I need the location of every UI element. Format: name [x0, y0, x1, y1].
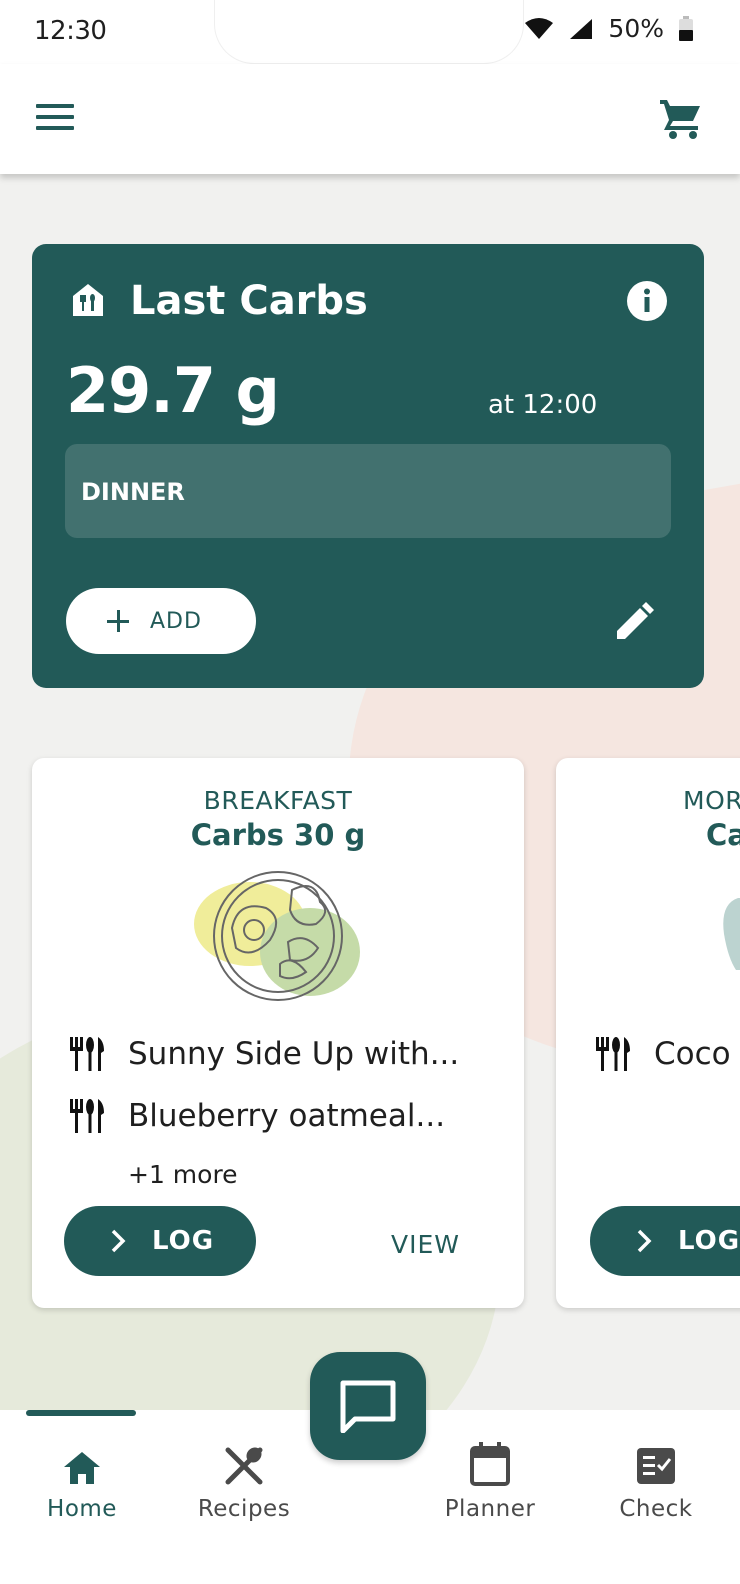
recipes-icon	[225, 1447, 263, 1485]
meal-carbs: Carbs 30 g	[190, 818, 366, 852]
active-tab-indicator	[26, 1410, 136, 1416]
meal-type: MOR	[683, 786, 740, 815]
restaurant-icon	[73, 284, 103, 316]
meal-card-breakfast[interactable]: BREAKFAST Carbs 30 g Sunny Side Up with.…	[32, 758, 524, 1308]
breakfast-illustration	[194, 871, 360, 1001]
battery-icon	[679, 15, 693, 41]
last-carbs-title: Last Carbs	[130, 278, 368, 324]
last-carbs-card: Last Carbs 29.7 g at 12:00 DINNER ADD	[32, 244, 704, 688]
meal-item: Coco	[594, 1036, 731, 1072]
cutlery-icon	[70, 1099, 104, 1133]
edit-icon[interactable]	[614, 602, 654, 642]
nav-label: Check	[619, 1496, 693, 1522]
meal-item: Blueberry oatmeal...	[68, 1098, 445, 1134]
menu-icon[interactable]	[36, 102, 76, 132]
cart-icon[interactable]	[658, 96, 704, 140]
meal-carbs: Ca	[706, 818, 740, 852]
meal-item: Sunny Side Up with...	[68, 1036, 459, 1072]
last-meal-label: DINNER	[81, 478, 185, 506]
nav-label: Recipes	[197, 1496, 291, 1522]
cutlery-icon	[70, 1037, 104, 1071]
log-button[interactable]: LOG	[64, 1206, 256, 1276]
checklist-icon	[637, 1448, 675, 1484]
home-content[interactable]: Last Carbs 29.7 g at 12:00 DINNER ADD BR…	[0, 174, 740, 1410]
status-icons: 50%	[524, 14, 694, 43]
log-button[interactable]: LOG	[590, 1206, 740, 1276]
nav-item-home[interactable]: Home	[12, 1442, 152, 1522]
nav-label: Home	[47, 1496, 117, 1522]
meal-item-name: Coco	[654, 1036, 731, 1072]
battery-percent: 50%	[608, 14, 664, 43]
chevron-right-icon	[637, 1229, 652, 1253]
plus-icon	[107, 610, 129, 632]
log-button-label: LOG	[678, 1226, 740, 1256]
add-button-label: ADD	[150, 608, 202, 634]
wifi-icon	[525, 17, 554, 39]
nav-label: Planner	[444, 1496, 536, 1522]
view-button[interactable]: VIEW	[391, 1230, 460, 1259]
info-icon[interactable]	[626, 280, 668, 322]
nav-item-check[interactable]: Check	[586, 1442, 726, 1522]
nav-item-planner[interactable]: Planner	[420, 1442, 560, 1522]
last-carbs-value: 29.7 g	[66, 354, 280, 427]
add-carbs-button[interactable]: ADD	[66, 588, 256, 654]
meal-item-name: Sunny Side Up with...	[128, 1036, 460, 1072]
signal-icon	[570, 18, 593, 39]
meal-card-morning-snack[interactable]: MOR Ca Coco LOG	[556, 758, 740, 1308]
app-bar	[0, 64, 740, 174]
nav-item-recipes[interactable]: Recipes	[174, 1442, 314, 1522]
cutlery-icon	[596, 1037, 630, 1071]
last-carbs-time: at 12:00	[488, 390, 598, 420]
chat-icon	[340, 1380, 396, 1433]
chat-button[interactable]	[310, 1352, 426, 1460]
meal-type: BREAKFAST	[203, 786, 353, 815]
last-meal-box: DINNER	[65, 444, 671, 538]
status-bar: 12:30 50%	[0, 0, 740, 64]
calendar-icon	[470, 1442, 510, 1486]
meal-item-name: Blueberry oatmeal...	[128, 1098, 446, 1134]
log-button-label: LOG	[152, 1226, 215, 1256]
snack-illustration	[723, 898, 740, 970]
more-items-label: +1 more	[128, 1160, 238, 1189]
home-icon	[64, 1452, 100, 1484]
status-time: 12:30	[34, 16, 107, 46]
chevron-right-icon	[111, 1229, 126, 1253]
camera-notch	[214, 0, 524, 64]
